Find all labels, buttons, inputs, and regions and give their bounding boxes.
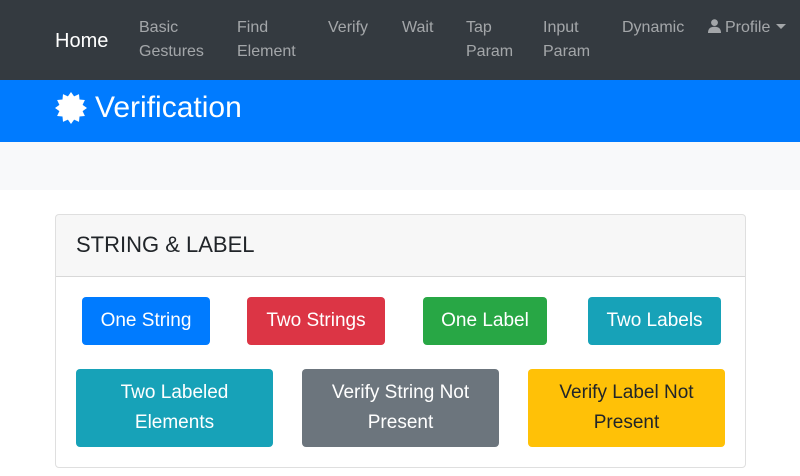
nav-link-tap-param[interactable]: Tap Param	[466, 16, 513, 64]
nav-link-label: Gestures	[139, 43, 204, 60]
nav-link-input-param[interactable]: Input Param	[543, 16, 590, 64]
nav-link-label: Verify	[328, 19, 369, 36]
top-navbar: Home Basic Gestures Find Element Verify …	[0, 0, 800, 80]
nav-link-label: Tap	[466, 19, 492, 36]
nav-link-wait[interactable]: Wait	[402, 16, 433, 40]
verify-label-not-present-button[interactable]: Verify Label Not Present	[528, 369, 725, 447]
nav-link-label: Param	[543, 43, 591, 60]
nav-link-label: Find	[237, 19, 269, 36]
nav-link-label: Dynamic	[622, 19, 685, 36]
two-strings-button[interactable]: Two Strings	[247, 297, 385, 345]
nav-link-label: Input	[543, 19, 579, 36]
nav-link-verify[interactable]: Verify	[328, 16, 368, 40]
one-label-button[interactable]: One Label	[423, 297, 547, 345]
card-header: STRING & LABEL	[56, 215, 745, 277]
chevron-down-icon	[776, 24, 787, 29]
card-title: STRING & LABEL	[76, 232, 255, 257]
page-title: Verification	[95, 91, 242, 124]
two-labeled-elements-button[interactable]: Two Labeled Elements	[76, 369, 273, 447]
nav-home-link[interactable]: Home	[55, 29, 108, 53]
nav-link-label: Element	[237, 43, 296, 60]
profile-label: Profile	[725, 19, 771, 36]
subheader-band	[0, 142, 800, 190]
nav-link-label: Wait	[402, 19, 434, 36]
nav-link-label: Param	[466, 43, 514, 60]
profile-dropdown[interactable]: Profile	[708, 16, 787, 40]
user-icon	[708, 19, 721, 33]
nav-link-basic-gestures[interactable]: Basic Gestures	[139, 16, 204, 64]
verify-string-not-present-button[interactable]: Verify String Not Present	[302, 369, 499, 447]
two-labels-button[interactable]: Two Labels	[588, 297, 721, 345]
nav-link-dynamic[interactable]: Dynamic	[622, 16, 684, 40]
nav-link-label: Basic	[139, 19, 179, 36]
nav-link-find-element[interactable]: Find Element	[237, 16, 296, 64]
badge-icon	[55, 92, 87, 124]
one-string-button[interactable]: One String	[82, 297, 210, 345]
string-label-card: STRING & LABEL One String Two Strings On…	[55, 214, 746, 468]
